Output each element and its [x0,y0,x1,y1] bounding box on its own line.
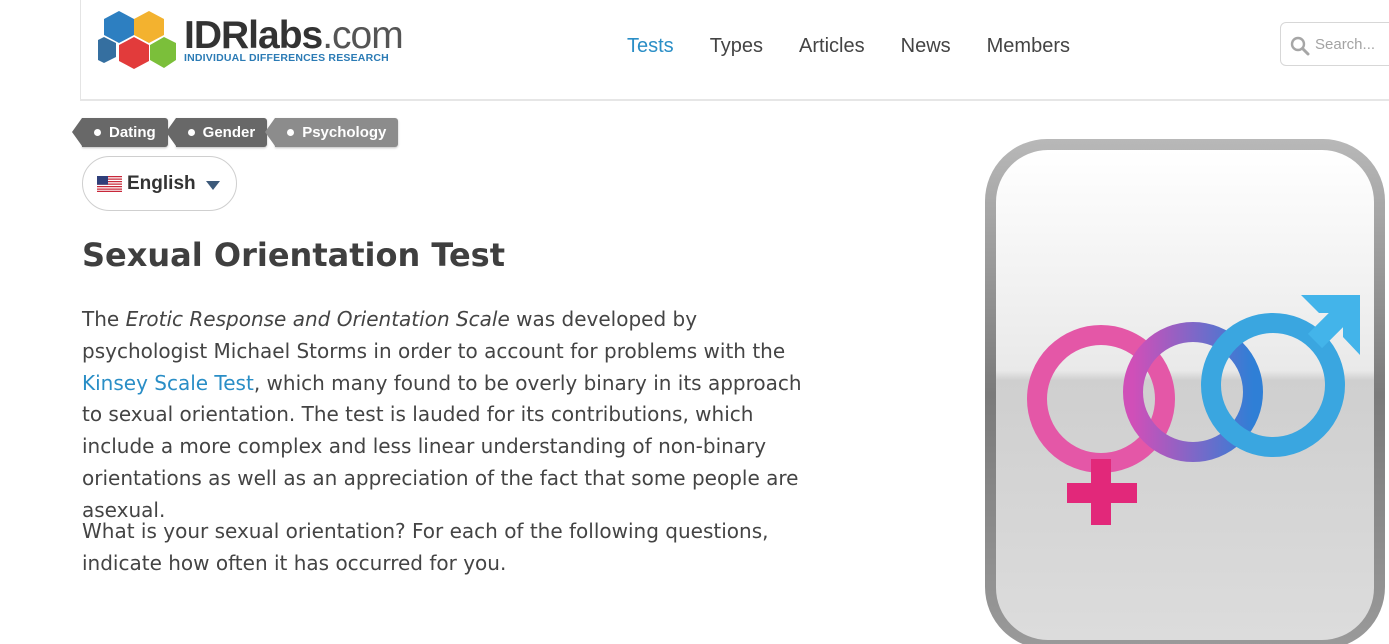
site-logo[interactable]: IDRlabs.com INDIVIDUAL DIFFERENCES RESEA… [98,10,418,74]
logo-domain: .com [322,14,404,57]
nav-item-types[interactable]: Types [710,34,763,58]
us-flag-icon [97,176,122,192]
nav-item-news[interactable]: News [901,34,951,58]
language-label: English [127,173,196,194]
nav-item-articles[interactable]: Articles [799,34,865,58]
tag-label: Gender [202,124,256,141]
tag-dot [94,129,101,136]
kinsey-scale-link[interactable]: Kinsey Scale Test [82,371,254,395]
nav-item-tests[interactable]: Tests [627,34,674,58]
tag-label: Dating [109,124,156,141]
header-divider-left [80,0,81,100]
scale-name: Erotic Response and Orientation Scale [125,307,510,331]
page-title: Sexual Orientation Test [82,236,505,274]
intro-text-start: The [82,307,126,331]
main-nav: Tests Types Articles News Members [627,34,1106,58]
tag-list: Dating Gender Psychology [72,118,406,147]
tag-dot [287,129,295,136]
tag-label: Psychology [302,124,387,141]
interlocked-gender-symbols-icon [985,139,1385,644]
logo-tagline: INDIVIDUAL DIFFERENCES RESEARCH [184,52,389,64]
instructions-paragraph: What is your sexual orientation? For eac… [82,519,769,575]
tag-dating[interactable]: Dating [72,118,168,147]
search-box[interactable] [1280,22,1389,66]
search-icon [1290,36,1310,56]
tag-gender[interactable]: Gender [165,118,268,147]
language-selector[interactable]: English [82,156,237,211]
intro-paragraph: The Erotic Response and Orientation Scal… [82,304,812,527]
caret-down-icon [206,181,220,190]
tag-psychology[interactable]: Psychology [265,118,399,147]
nav-item-members[interactable]: Members [987,34,1070,58]
tag-dot [187,129,195,136]
search-input[interactable] [1315,33,1389,55]
logo-name: IDRlabs [184,14,323,57]
header-divider-bottom [80,99,1389,101]
logo-wordmark: IDRlabs.com [184,14,404,57]
hexagon-cluster-logo-icon [98,11,176,69]
